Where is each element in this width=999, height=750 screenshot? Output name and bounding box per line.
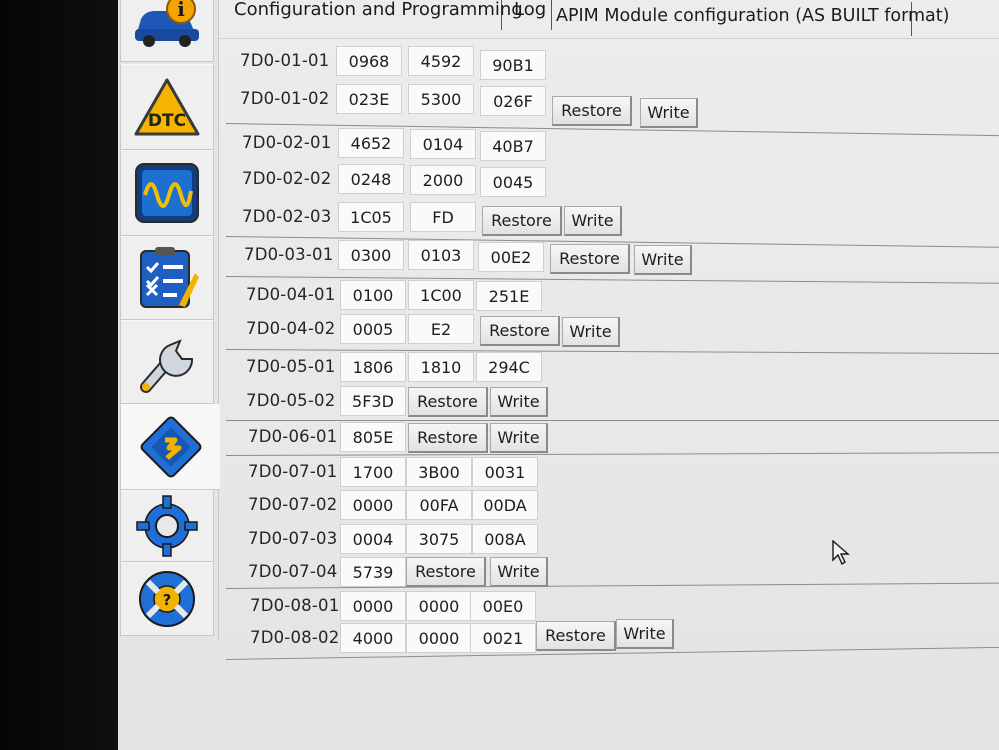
value-field[interactable]: 0000	[340, 591, 406, 621]
value-field[interactable]: 251E	[476, 281, 542, 311]
value-field[interactable]: 5739	[340, 557, 406, 587]
row-address: 7D0-01-02	[240, 89, 330, 108]
value-field[interactable]: 00E2	[478, 242, 544, 272]
value-field[interactable]: 4592	[408, 46, 474, 76]
value-field[interactable]: 4000	[340, 623, 406, 653]
value-field[interactable]: 026F	[480, 86, 546, 116]
value-field[interactable]: 0000	[340, 490, 406, 520]
value-field[interactable]: 0248	[338, 164, 404, 194]
group-divider	[226, 420, 999, 421]
value-field[interactable]: 5300	[408, 84, 474, 114]
restore-button[interactable]: Restore	[406, 557, 486, 587]
value-field[interactable]: 0000	[406, 623, 472, 653]
restore-button[interactable]: Restore	[536, 621, 616, 651]
value-field[interactable]: 1806	[340, 352, 406, 382]
value-field[interactable]: 00DA	[472, 490, 538, 520]
value-field[interactable]: 2000	[410, 165, 476, 195]
value-field[interactable]: 023E	[336, 84, 402, 114]
group-divider	[225, 452, 999, 456]
row-address: 7D0-08-01	[250, 596, 340, 615]
value-field[interactable]: 1700	[340, 457, 406, 487]
value-field[interactable]: 0103	[408, 240, 474, 270]
row-address: 7D0-07-02	[248, 495, 338, 514]
restore-button[interactable]: Restore	[408, 387, 488, 417]
row-address: 7D0-07-03	[248, 529, 338, 548]
write-button[interactable]: Write	[562, 317, 620, 347]
mouse-pointer-icon	[832, 540, 850, 566]
row-address: 7D0-08-02	[250, 628, 340, 647]
value-field[interactable]: 1810	[408, 352, 474, 382]
value-field[interactable]: 0021	[470, 623, 536, 653]
asbuilt-table: 7D0-01-01 0968 4592 90B1 7D0-01-02 023E …	[118, 0, 999, 750]
write-button[interactable]: Write	[640, 98, 698, 128]
value-field[interactable]: 0104	[410, 129, 476, 159]
value-field[interactable]: 294C	[476, 352, 542, 382]
value-field[interactable]: 0005	[340, 314, 406, 344]
restore-button[interactable]: Restore	[550, 244, 630, 274]
row-address: 7D0-07-04	[248, 562, 338, 581]
write-button[interactable]: Write	[490, 557, 548, 587]
value-field[interactable]: 5F3D	[340, 386, 406, 416]
row-address: 7D0-03-01	[244, 245, 334, 264]
app-window: i DTC ? Configuration and Programming Lo…	[118, 0, 999, 750]
write-button[interactable]: Write	[564, 206, 622, 236]
value-field[interactable]: FD	[410, 202, 476, 232]
row-address: 7D0-02-02	[242, 169, 332, 188]
write-button[interactable]: Write	[634, 245, 692, 275]
write-button[interactable]: Write	[490, 387, 548, 417]
value-field[interactable]: 0300	[338, 240, 404, 270]
row-address: 7D0-04-02	[246, 319, 336, 338]
row-address: 7D0-05-02	[246, 391, 336, 410]
restore-button[interactable]: Restore	[552, 96, 632, 126]
value-field[interactable]: 00FA	[406, 490, 472, 520]
write-button[interactable]: Write	[616, 619, 674, 649]
value-field[interactable]: 3075	[406, 524, 472, 554]
row-address: 7D0-02-01	[242, 133, 332, 152]
row-address: 7D0-04-01	[246, 285, 336, 304]
value-field[interactable]: 4652	[338, 128, 404, 158]
value-field[interactable]: 40B7	[480, 131, 546, 161]
restore-button[interactable]: Restore	[482, 206, 562, 236]
row-address: 7D0-02-03	[242, 207, 332, 226]
row-address: 7D0-05-01	[246, 357, 336, 376]
write-button[interactable]: Write	[490, 423, 548, 453]
value-field[interactable]: 0004	[340, 524, 406, 554]
row-address: 7D0-07-01	[248, 462, 338, 481]
value-field[interactable]: 008A	[472, 524, 538, 554]
value-field[interactable]: 0100	[340, 280, 406, 310]
value-field[interactable]: 0045	[480, 167, 546, 197]
value-field[interactable]: 0000	[406, 591, 472, 621]
value-field[interactable]: 00E0	[470, 591, 536, 621]
value-field[interactable]: 3B00	[406, 457, 472, 487]
row-address: 7D0-06-01	[248, 427, 338, 446]
value-field[interactable]: 1C05	[338, 202, 404, 232]
value-field[interactable]: 0031	[472, 457, 538, 487]
value-field[interactable]: 805E	[340, 422, 406, 452]
value-field[interactable]: 1C00	[408, 280, 474, 310]
restore-button[interactable]: Restore	[480, 316, 560, 346]
value-field[interactable]: 0968	[336, 46, 402, 76]
restore-button[interactable]: Restore	[408, 423, 488, 453]
value-field[interactable]: 90B1	[480, 50, 546, 80]
row-address: 7D0-01-01	[240, 51, 330, 70]
value-field[interactable]: E2	[408, 314, 474, 344]
